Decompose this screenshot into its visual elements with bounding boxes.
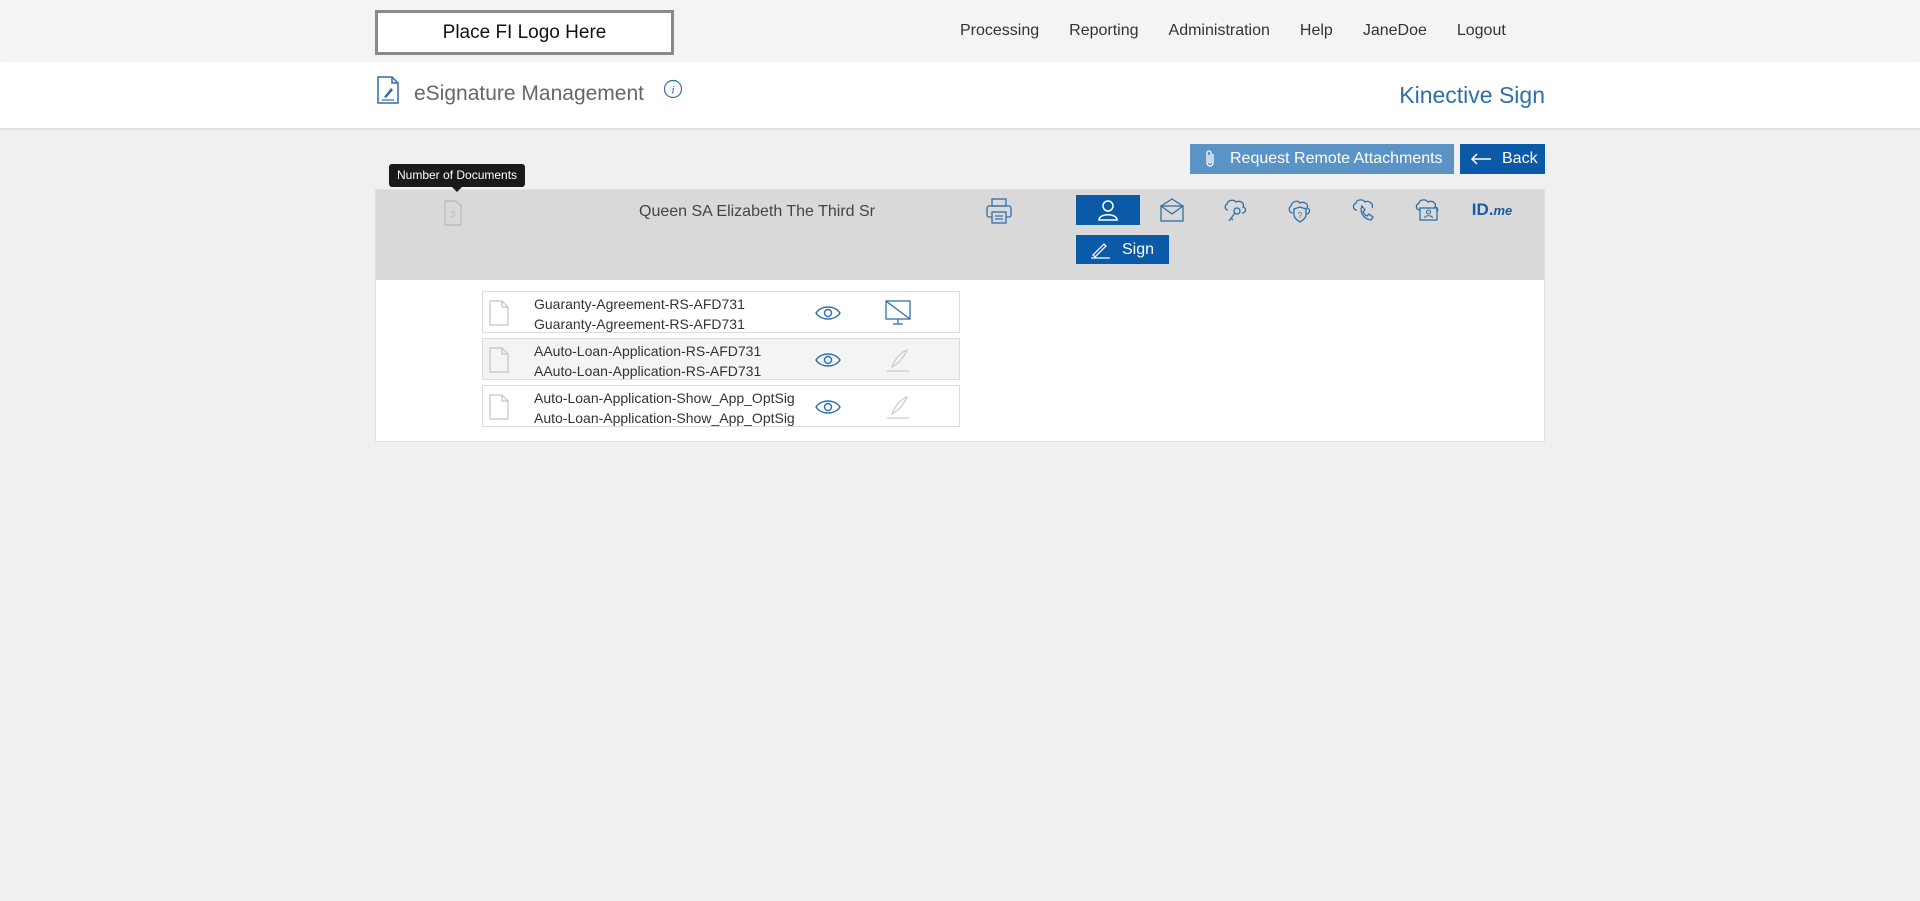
request-remote-attachments-label: Request Remote Attachments [1230, 150, 1443, 167]
svg-text:3: 3 [451, 210, 456, 219]
auth-email-button[interactable] [1140, 195, 1204, 225]
pen-icon[interactable] [883, 392, 913, 422]
document-row: AAuto-Loan-Application-RS-AFD731 AAuto-L… [482, 338, 960, 380]
document-names: AAuto-Loan-Application-RS-AFD731 AAuto-L… [534, 341, 761, 381]
document-name-secondary: Guaranty-Agreement-RS-AFD731 [534, 316, 745, 332]
id-verification-icon [1415, 199, 1439, 221]
main-nav: Processing Reporting Administration Help… [960, 22, 1536, 40]
document-names: Auto-Loan-Application-Show_App_OptSig Au… [534, 388, 795, 428]
document-sign-icon [377, 76, 399, 104]
auth-phone-button[interactable] [1332, 195, 1396, 225]
eye-icon[interactable] [814, 397, 842, 417]
nav-processing[interactable]: Processing [960, 22, 1039, 40]
nav-help[interactable]: Help [1300, 22, 1333, 40]
phone-icon [1352, 199, 1374, 221]
nav-reporting[interactable]: Reporting [1069, 22, 1138, 40]
arrow-left-icon [1470, 153, 1491, 165]
svg-text:?: ? [1298, 211, 1303, 220]
document-count-tooltip: Number of Documents [389, 164, 526, 192]
brand-name: Kinective Sign [1399, 82, 1545, 108]
svg-text:i: i [671, 83, 674, 97]
fi-logo-placeholder: Place FI Logo Here [375, 10, 674, 55]
info-icon[interactable]: i [663, 79, 683, 99]
email-icon [1160, 198, 1184, 222]
request-remote-attachments-button[interactable]: Request Remote Attachments [1190, 144, 1454, 174]
no-sign-monitor-icon[interactable] [883, 298, 913, 328]
back-button[interactable]: Back [1460, 144, 1545, 174]
idme-logo: ID.me [1471, 200, 1513, 219]
paperclip-icon [1206, 150, 1214, 167]
nav-administration[interactable]: Administration [1169, 22, 1270, 40]
eye-icon[interactable] [814, 303, 842, 323]
document-row: Guaranty-Agreement-RS-AFD731 Guaranty-Ag… [482, 291, 960, 333]
person-icon [1098, 200, 1118, 221]
sign-button[interactable]: Sign [1076, 235, 1169, 264]
pen-icon [1091, 242, 1110, 259]
document-names: Guaranty-Agreement-RS-AFD731 Guaranty-Ag… [534, 294, 745, 334]
document-name: Auto-Loan-Application-Show_App_OptSig [534, 390, 795, 406]
key-icon [1224, 199, 1247, 222]
security-question-icon: ? [1288, 200, 1311, 223]
file-icon [489, 347, 509, 373]
auth-id-button[interactable] [1396, 195, 1460, 225]
nav-logout[interactable]: Logout [1457, 22, 1506, 40]
eye-icon[interactable] [814, 350, 842, 370]
sign-label: Sign [1122, 240, 1155, 258]
auth-question-button[interactable]: ? [1268, 195, 1332, 225]
signer-name: Queen SA Elizabeth The Third Sr [639, 203, 875, 220]
signer-header: 3 Queen SA Elizabeth The Third Sr ? ID.m… [376, 190, 1544, 280]
printer-icon[interactable] [984, 196, 1014, 226]
file-icon [489, 394, 509, 420]
document-name: AAuto-Loan-Application-RS-AFD731 [534, 343, 762, 359]
page-header: eSignature Management i Kinective Sign [0, 62, 1920, 128]
document-name: Guaranty-Agreement-RS-AFD731 [534, 296, 745, 312]
pen-icon[interactable] [883, 345, 913, 375]
document-name-secondary: AAuto-Loan-Application-RS-AFD731 [534, 363, 762, 379]
file-icon [489, 300, 509, 326]
document-name-secondary: Auto-Loan-Application-Show_App_OptSig [534, 410, 795, 426]
top-bar: Place FI Logo Here Processing Reporting … [0, 0, 1920, 62]
auth-idme-button[interactable]: ID.me [1460, 195, 1524, 225]
document-row: Auto-Loan-Application-Show_App_OptSig Au… [482, 385, 960, 427]
signer-panel: 3 Queen SA Elizabeth The Third Sr ? ID.m… [375, 189, 1545, 442]
nav-user[interactable]: JaneDoe [1363, 22, 1427, 40]
auth-person-button[interactable] [1076, 195, 1140, 225]
back-label: Back [1502, 150, 1538, 167]
auth-key-button[interactable] [1204, 195, 1268, 225]
page-title: eSignature Management [414, 82, 644, 105]
document-count-icon[interactable]: 3 [443, 200, 463, 226]
